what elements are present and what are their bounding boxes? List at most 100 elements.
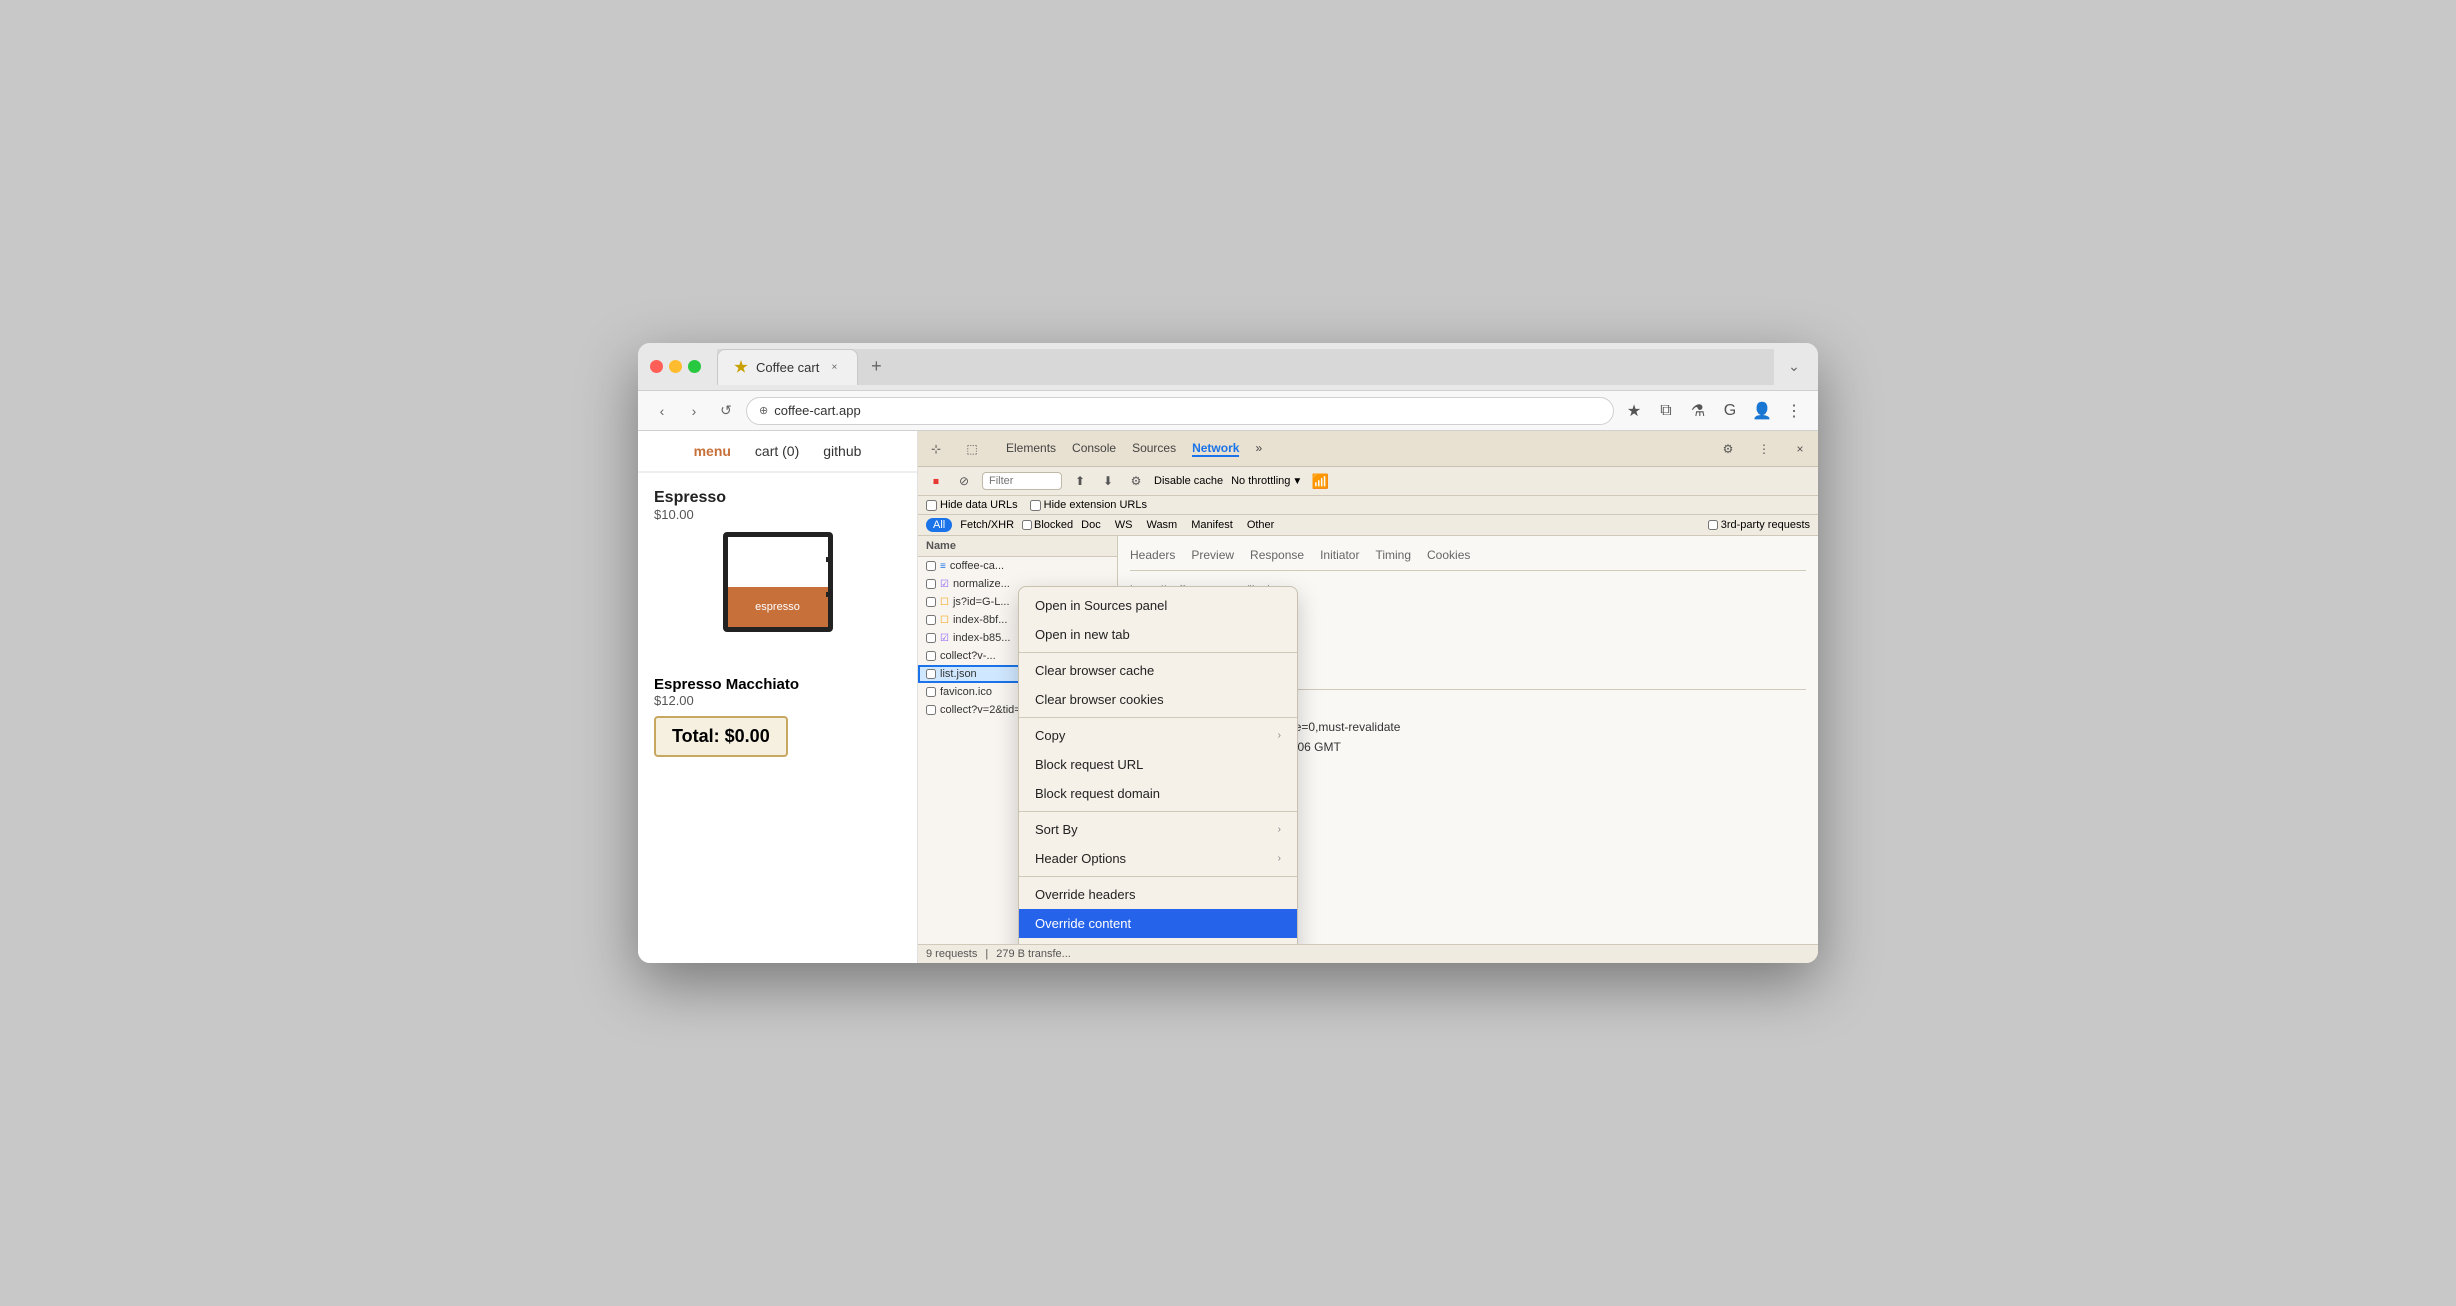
block-url-label: Block request URL (1035, 757, 1143, 772)
reload-button[interactable]: ↺ (714, 399, 738, 423)
site-nav: menu cart (0) github (638, 431, 917, 473)
clear-cache-label: Clear browser cache (1035, 663, 1154, 678)
tab-elements[interactable]: Elements (1006, 441, 1056, 457)
third-party-option[interactable]: 3rd-party requests (1708, 519, 1810, 531)
url-text: coffee-cart.app (774, 403, 860, 418)
network-filter-input[interactable] (982, 472, 1062, 490)
item-checkbox[interactable] (926, 561, 936, 571)
context-override-headers[interactable]: Override headers (1019, 880, 1297, 909)
browser-tab[interactable]: Coffee cart × (717, 349, 858, 385)
context-block-domain[interactable]: Block request domain (1019, 779, 1297, 808)
override-content-label: Override content (1035, 916, 1131, 931)
context-clear-cookies[interactable]: Clear browser cookies (1019, 685, 1297, 714)
context-header-options[interactable]: Header Options › (1019, 844, 1297, 873)
hide-data-urls-checkbox[interactable] (926, 500, 937, 511)
site-content: Espresso $10.00 espresso Espresso Macchi… (638, 473, 917, 773)
blocked-option[interactable]: Blocked (1022, 519, 1073, 531)
url-bar[interactable]: ⊕ coffee-cart.app (746, 397, 1614, 425)
tab-response[interactable]: Response (1250, 548, 1304, 566)
filter-doc[interactable]: Doc (1075, 518, 1107, 532)
forward-button[interactable]: › (682, 399, 706, 423)
security-icon: ⊕ (759, 404, 768, 417)
grammarly-icon[interactable]: G (1718, 399, 1742, 423)
context-open-new-tab[interactable]: Open in new tab (1019, 620, 1297, 649)
item-checkbox[interactable] (926, 687, 936, 697)
devtools-more-icon[interactable]: ⋮ (1754, 439, 1774, 459)
context-sort-by[interactable]: Sort By › (1019, 815, 1297, 844)
item-checkbox[interactable] (926, 633, 936, 643)
file-name: favicon.ico (940, 686, 992, 698)
tab-console[interactable]: Console (1072, 441, 1116, 457)
new-tab-button[interactable]: + (862, 353, 890, 381)
liquid-label: espresso (755, 601, 800, 613)
url-filter-bar: Hide data URLs Hide extension URLs (918, 496, 1818, 515)
upload-icon[interactable]: ⬆ (1070, 471, 1090, 491)
header-options-label: Header Options (1035, 851, 1126, 866)
filter-fetch[interactable]: Fetch/XHR (954, 518, 1020, 532)
minimize-button[interactable] (669, 360, 682, 373)
devtools-close-icon[interactable]: × (1790, 439, 1810, 459)
no-throttling-label: No throttling (1231, 475, 1290, 487)
extensions-icon[interactable]: ⧉ (1654, 399, 1678, 423)
filter-ws[interactable]: WS (1109, 518, 1139, 532)
item-checkbox[interactable] (926, 615, 936, 625)
labs-icon[interactable]: ⚗ (1686, 399, 1710, 423)
bookmark-icon[interactable]: ★ (1622, 399, 1646, 423)
nav-menu[interactable]: menu (694, 443, 731, 459)
filter-wasm[interactable]: Wasm (1140, 518, 1183, 532)
context-show-overrides[interactable]: Show all overrides (1019, 938, 1297, 944)
tab-more[interactable]: » (1255, 441, 1262, 457)
context-override-content[interactable]: Override content (1019, 909, 1297, 938)
tab-sources[interactable]: Sources (1132, 441, 1176, 457)
hide-extension-urls-checkbox[interactable] (1030, 500, 1041, 511)
item-checkbox[interactable] (926, 597, 936, 607)
context-block-url[interactable]: Block request URL (1019, 750, 1297, 779)
tab-network[interactable]: Network (1192, 441, 1239, 457)
requests-count: 9 requests (926, 948, 977, 960)
hide-data-urls-option[interactable]: Hide data URLs (926, 499, 1018, 511)
close-button[interactable] (650, 360, 663, 373)
nav-github[interactable]: github (823, 443, 861, 459)
inspect-element-icon[interactable]: ⊹ (926, 439, 946, 459)
devtools-settings-icon[interactable]: ⚙ (1718, 439, 1738, 459)
download-icon[interactable]: ⬇ (1098, 471, 1118, 491)
record-stop-icon[interactable]: ⏹ (926, 471, 946, 491)
browser-window: Coffee cart × + ⌄ ‹ › ↺ ⊕ coffee-cart.ap… (638, 343, 1818, 963)
filter-manifest[interactable]: Manifest (1185, 518, 1239, 532)
file-name: index-b85... (953, 632, 1010, 644)
profile-icon[interactable]: 👤 (1750, 399, 1774, 423)
nav-cart[interactable]: cart (0) (755, 443, 799, 459)
tab-preview[interactable]: Preview (1191, 548, 1234, 566)
back-button[interactable]: ‹ (650, 399, 674, 423)
context-copy[interactable]: Copy › (1019, 721, 1297, 750)
hide-extension-urls-option[interactable]: Hide extension URLs (1030, 499, 1147, 511)
blocked-checkbox[interactable] (1022, 520, 1032, 530)
window-more-button[interactable]: ⌄ (1782, 355, 1806, 379)
clear-icon[interactable]: ⊘ (954, 471, 974, 491)
tab-headers[interactable]: Headers (1130, 548, 1175, 566)
throttle-dropdown-icon[interactable]: ▼ (1292, 476, 1302, 487)
cup-liquid: espresso (728, 587, 828, 627)
tab-initiator[interactable]: Initiator (1320, 548, 1359, 566)
tab-cookies[interactable]: Cookies (1427, 548, 1470, 566)
context-clear-cache[interactable]: Clear browser cache (1019, 656, 1297, 685)
item-checkbox[interactable] (926, 651, 936, 661)
disable-cache-label: Disable cache (1154, 475, 1223, 487)
third-party-checkbox[interactable] (1708, 520, 1718, 530)
product2-name: Espresso Macchiato (654, 676, 901, 693)
maximize-button[interactable] (688, 360, 701, 373)
browser-more-icon[interactable]: ⋮ (1782, 399, 1806, 423)
hide-extension-urls-label: Hide extension URLs (1044, 499, 1147, 511)
tab-close-button[interactable]: × (827, 360, 841, 374)
copy-label: Copy (1035, 728, 1065, 743)
filter-other[interactable]: Other (1241, 518, 1281, 532)
context-open-sources[interactable]: Open in Sources panel (1019, 591, 1297, 620)
filter-all[interactable]: All (926, 518, 952, 532)
throttle-settings-icon[interactable]: ⚙ (1126, 471, 1146, 491)
list-item[interactable]: ≡ coffee-ca... (918, 557, 1117, 575)
item-checkbox[interactable] (926, 579, 936, 589)
tab-timing[interactable]: Timing (1375, 548, 1411, 566)
device-mode-icon[interactable]: ⬚ (962, 439, 982, 459)
item-checkbox[interactable] (926, 669, 936, 679)
item-checkbox[interactable] (926, 705, 936, 715)
